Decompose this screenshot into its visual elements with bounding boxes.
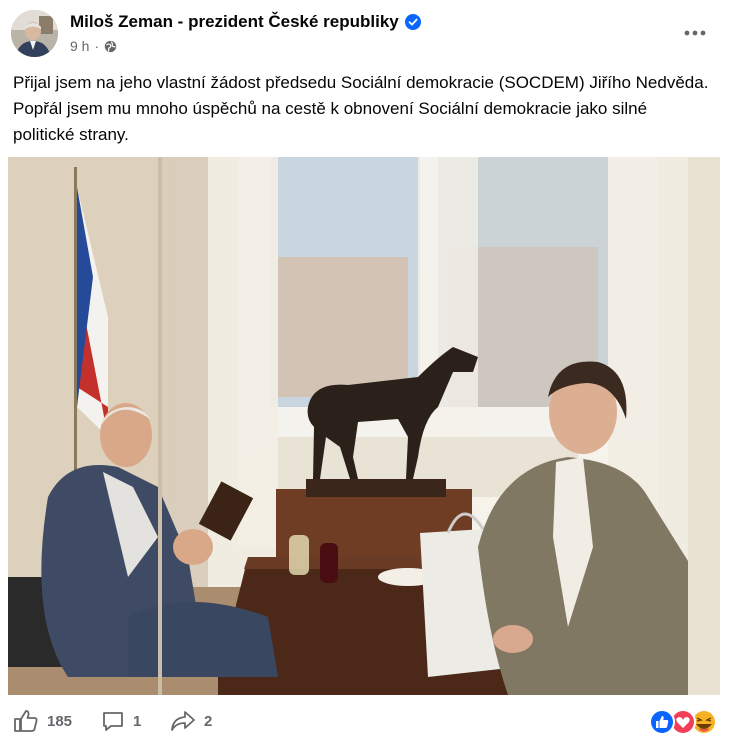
like-count: 185 bbox=[47, 712, 73, 730]
more-options-icon bbox=[684, 30, 706, 36]
reactions-summary[interactable] bbox=[648, 708, 720, 736]
globe-icon[interactable] bbox=[104, 40, 117, 53]
like-reaction-icon bbox=[649, 709, 675, 735]
facebook-post: Miloš Zeman - prezident České republiky … bbox=[0, 0, 730, 745]
verified-badge-icon bbox=[404, 14, 421, 30]
share-button[interactable]: 2 bbox=[170, 709, 212, 733]
avatar-portrait-icon bbox=[11, 10, 58, 57]
comment-button[interactable]: 1 bbox=[101, 709, 141, 733]
post-text: Přijal jsem na jeho vlastní žádost předs… bbox=[13, 73, 709, 144]
more-options-button[interactable] bbox=[682, 20, 708, 46]
reactions-stack bbox=[649, 709, 717, 735]
thumbs-up-icon bbox=[14, 710, 38, 732]
post-footer: 185 1 2 bbox=[0, 700, 730, 745]
comment-count: 1 bbox=[133, 712, 142, 730]
meeting-photo-illustration bbox=[8, 157, 720, 695]
author-name[interactable]: Miloš Zeman - prezident České republiky bbox=[70, 12, 399, 32]
post-timestamp[interactable]: 9 h bbox=[70, 38, 89, 54]
comment-icon bbox=[103, 712, 123, 731]
like-button[interactable]: 185 bbox=[13, 709, 72, 733]
share-count: 2 bbox=[204, 712, 213, 730]
meta-separator: · bbox=[94, 38, 100, 54]
post-photo[interactable] bbox=[8, 157, 720, 695]
author-avatar[interactable] bbox=[11, 10, 58, 57]
share-icon bbox=[171, 711, 195, 731]
